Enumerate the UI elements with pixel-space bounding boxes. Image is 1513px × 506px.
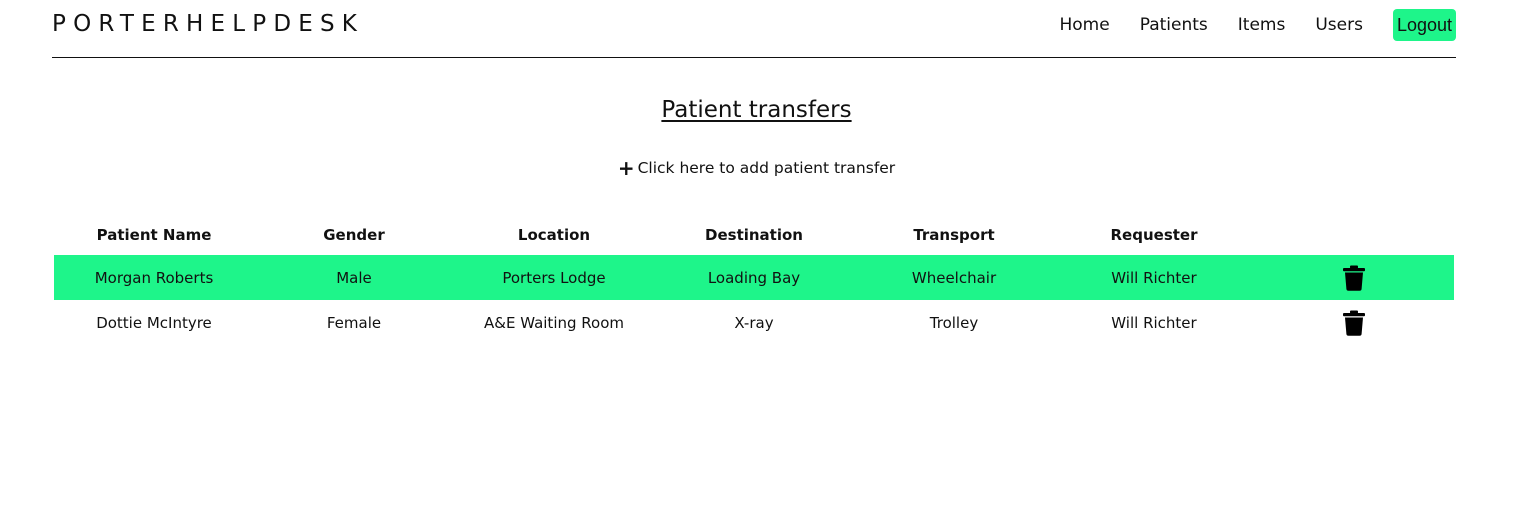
navbar: PORTERHELPDESK Home Patients Items Users… [52, 0, 1456, 58]
cell-patient-name: Morgan Roberts [54, 255, 254, 300]
table-row[interactable]: Dottie McIntyre Female A&E Waiting Room … [54, 300, 1454, 346]
cell-location: A&E Waiting Room [484, 314, 624, 332]
column-header-actions [1254, 215, 1454, 255]
cell-location: Porters Lodge [454, 255, 654, 300]
logout-button[interactable]: Logout [1392, 9, 1456, 41]
column-header-gender: Gender [323, 226, 385, 244]
cell-actions [1254, 300, 1454, 346]
cell-transport: Wheelchair [854, 255, 1054, 300]
nav-link-users[interactable]: Users [1315, 15, 1363, 35]
table-header-row: Patient Name Gender Location Destination… [54, 215, 1454, 255]
nav-link-patients[interactable]: Patients [1140, 15, 1208, 35]
cell-transport: Trolley [929, 314, 979, 332]
column-header-location: Location [517, 226, 591, 244]
nav-link-home[interactable]: Home [1060, 15, 1110, 35]
column-header-patient-name: Patient Name [96, 226, 212, 244]
trash-icon[interactable] [1342, 265, 1366, 291]
cell-requester: Will Richter [1111, 314, 1197, 332]
column-header-transport: Transport [913, 226, 995, 244]
column-header-destination: Destination [705, 226, 803, 244]
brand-logo[interactable]: PORTERHELPDESK [52, 11, 364, 37]
patient-transfers-table: Patient Name Gender Location Destination… [54, 215, 1454, 346]
page-title: Patient transfers [661, 97, 852, 123]
cell-destination: Loading Bay [654, 255, 854, 300]
cell-actions [1254, 255, 1454, 300]
add-patient-transfer-link[interactable]: + Click here to add patient transfer [0, 156, 1513, 180]
add-patient-transfer-label: Click here to add patient transfer [637, 159, 896, 177]
column-header-requester: Requester [1110, 226, 1198, 244]
cell-gender: Male [254, 255, 454, 300]
plus-icon: + [617, 156, 635, 180]
trash-icon[interactable] [1342, 310, 1366, 336]
cell-patient-name: Dottie McIntyre [96, 314, 212, 332]
nav-link-items[interactable]: Items [1238, 15, 1286, 35]
cell-destination: X-ray [734, 314, 774, 332]
table-row[interactable]: Morgan Roberts Male Porters Lodge Loadin… [54, 255, 1454, 300]
cell-gender: Female [326, 314, 382, 332]
nav-links: Home Patients Items Users Logout [1060, 9, 1456, 41]
cell-requester: Will Richter [1054, 255, 1254, 300]
